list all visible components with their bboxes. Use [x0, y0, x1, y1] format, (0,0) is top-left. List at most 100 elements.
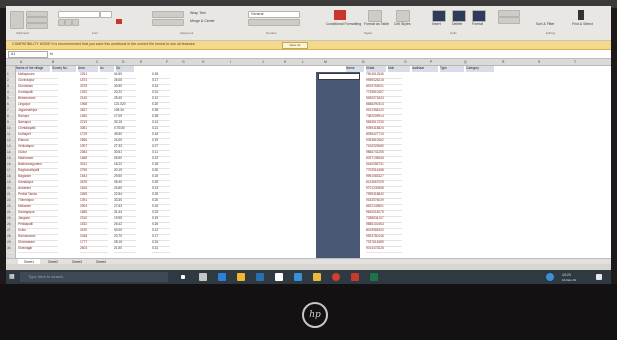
edge-icon[interactable]	[218, 273, 226, 281]
office-icon[interactable]	[351, 273, 359, 281]
underline-button[interactable]	[72, 19, 79, 26]
table-cell[interactable]: 21.50	[114, 246, 136, 253]
column-header-P[interactable]: P	[430, 60, 432, 64]
column-header-T[interactable]: T	[574, 60, 576, 64]
app-icon[interactable]	[313, 273, 321, 281]
spreadsheet-grid[interactable]: Name of the village Survey No. Area Ac Gu Nam…	[6, 66, 611, 258]
column-header-A[interactable]: A	[20, 60, 22, 64]
save-as-button[interactable]: Save As	[282, 42, 308, 49]
selected-cell[interactable]	[318, 73, 360, 80]
font-name-select[interactable]	[58, 11, 100, 18]
row-header[interactable]: 30	[7, 246, 15, 253]
ribbon: Clipboard Font Wrap Text Merge & Center …	[6, 6, 611, 41]
wrap-text-button[interactable]: Wrap Text	[190, 11, 206, 15]
excel-taskbar-icon[interactable]	[370, 273, 378, 281]
store-icon[interactable]	[256, 273, 264, 281]
align-center-button[interactable]	[152, 19, 184, 26]
align-top-button[interactable]	[152, 11, 184, 18]
insert-cells-icon[interactable]	[432, 10, 446, 22]
table-header-cell[interactable]: Name	[346, 66, 364, 72]
column-header-F[interactable]: F	[166, 60, 168, 64]
delete-cells-label[interactable]: Delete	[452, 22, 462, 26]
number-format-select[interactable]: General	[248, 11, 300, 18]
table-header-cell[interactable]: Aadhaar	[412, 66, 438, 72]
file-explorer-icon[interactable]	[199, 273, 207, 281]
taskbar-time[interactable]: 10:23	[562, 273, 571, 277]
format-painter-button[interactable]	[26, 23, 48, 29]
number-format-value: General	[251, 12, 264, 16]
column-header-L[interactable]: L	[302, 60, 304, 64]
font-size-select[interactable]	[100, 11, 112, 18]
font-group-label: Font	[92, 31, 99, 35]
taskbar-date[interactable]: 10-Dec-19	[562, 278, 576, 282]
tray-icon[interactable]	[546, 273, 554, 281]
sort-filter-button[interactable]: Sort & Filter	[536, 22, 554, 26]
conditional-formatting-icon[interactable]	[334, 10, 346, 20]
folder-icon[interactable]	[237, 273, 245, 281]
column-header-H[interactable]: H	[202, 60, 204, 64]
name-box[interactable]: A1	[8, 51, 48, 58]
column-header-R[interactable]: R	[502, 60, 504, 64]
column-header-I[interactable]: I	[230, 60, 231, 64]
table-cell[interactable]: 0.31	[152, 246, 170, 253]
column-header-G[interactable]: G	[182, 60, 185, 64]
clipboard-group: Clipboard	[8, 9, 54, 35]
format-cells-label[interactable]: Format	[472, 22, 483, 26]
task-view-icon[interactable]	[181, 275, 185, 279]
format-as-table-label[interactable]: Format as Table	[364, 22, 389, 26]
column-header-Q[interactable]: Q	[464, 60, 467, 64]
number-group: General Number	[246, 9, 316, 35]
column-headers: A B C D E F G H I J K L M N O P Q R S T	[6, 59, 611, 66]
column-header-B[interactable]: B	[52, 60, 54, 64]
italic-button[interactable]	[65, 19, 72, 26]
column-header-J[interactable]: J	[262, 60, 264, 64]
column-header-O[interactable]: O	[404, 60, 407, 64]
chrome-icon[interactable]	[332, 273, 340, 281]
windows-taskbar: ▦ Type here to search 10:23 10-Dec-19	[6, 270, 611, 284]
table-header-cell[interactable]: Category	[466, 66, 494, 72]
formula-bar: A1 fx	[6, 50, 611, 59]
format-cells-icon[interactable]	[472, 10, 486, 22]
column-header-D[interactable]: D	[122, 60, 124, 64]
number-format-buttons[interactable]	[248, 19, 300, 26]
column-header-N[interactable]: N	[362, 60, 364, 64]
column-header-E[interactable]: E	[140, 60, 142, 64]
autosum-button[interactable]	[498, 10, 520, 17]
message-text: COMPATIBILITY MODE It is recommended tha…	[12, 42, 196, 46]
windows-start-icon[interactable]: ▦	[9, 273, 17, 281]
conditional-formatting-label[interactable]: Conditional Formatting	[326, 22, 361, 26]
cells-group: Insert Delete Format Cells	[430, 9, 490, 35]
table-cell[interactable]: Sivanagar	[18, 246, 58, 253]
dropbox-icon[interactable]	[294, 273, 302, 281]
paste-button[interactable]	[10, 11, 24, 29]
fx-icon[interactable]: fx	[50, 51, 53, 56]
column-header-C[interactable]: C	[96, 60, 98, 64]
table-cell[interactable]: 9014473026	[366, 246, 402, 253]
font-color-icon[interactable]	[116, 19, 122, 24]
find-icon[interactable]	[578, 10, 584, 20]
delete-cells-icon[interactable]	[452, 10, 466, 22]
notification-icon[interactable]	[596, 274, 602, 280]
cell-styles-icon[interactable]	[396, 10, 410, 22]
clipboard-group-label: Clipboard	[16, 31, 29, 35]
styles-group: Conditional Formatting Format as Table C…	[324, 9, 424, 35]
compatibility-message-bar: COMPATIBILITY MODE It is recommended tha…	[6, 41, 611, 50]
find-select-button[interactable]: Find & Select	[572, 22, 593, 26]
format-as-table-icon[interactable]	[368, 10, 382, 22]
merge-center-button[interactable]: Merge & Center	[190, 19, 215, 23]
mail-icon[interactable]	[275, 273, 283, 281]
column-header-K[interactable]: K	[284, 60, 286, 64]
cell-styles-label[interactable]: Cell Styles	[394, 22, 411, 26]
alignment-group-label: Alignment	[180, 31, 194, 35]
bold-button[interactable]	[58, 19, 65, 26]
table-cell[interactable]: 2603	[80, 246, 108, 253]
taskbar-search-box[interactable]: Type here to search	[20, 272, 168, 282]
cells-group-label: Cells	[450, 31, 457, 35]
fill-button[interactable]	[498, 17, 520, 24]
column-header-S[interactable]: S	[538, 60, 540, 64]
table-header-cell[interactable]: Type	[440, 66, 464, 72]
dark-filled-column-block	[316, 72, 360, 258]
column-header-M[interactable]: M	[324, 60, 327, 64]
insert-cells-label[interactable]: Insert	[432, 22, 441, 26]
number-group-label: Number	[266, 31, 277, 35]
